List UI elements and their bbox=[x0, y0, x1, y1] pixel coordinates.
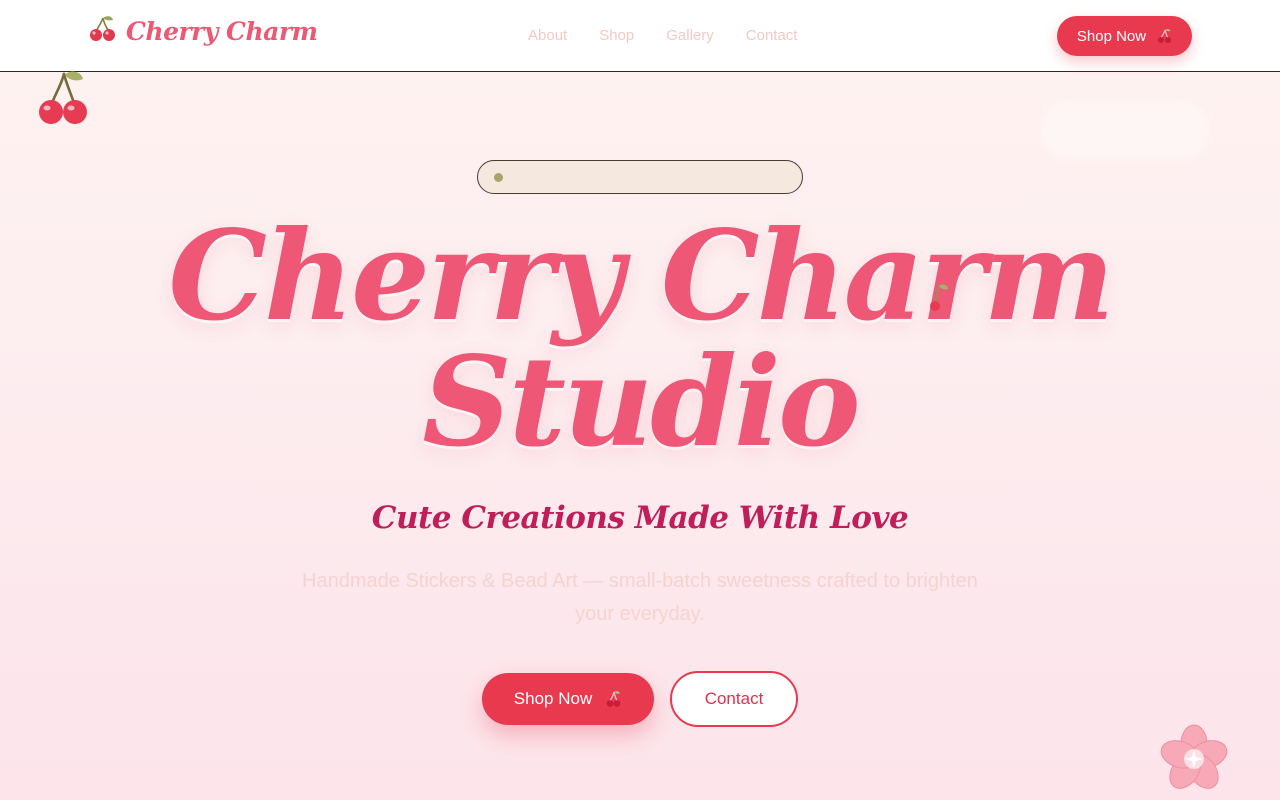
header-shop-now-label: Shop Now bbox=[1076, 27, 1147, 45]
sakura-flower-icon bbox=[1158, 722, 1230, 798]
hero-description: Handmade Stickers & Bead Art — small-bat… bbox=[302, 570, 978, 625]
hero-contact-button[interactable]: Contact bbox=[670, 671, 798, 727]
cherry-icon bbox=[88, 14, 118, 48]
hero-badge bbox=[477, 160, 803, 194]
hero-subtitle: Cute Creations Made With Love bbox=[371, 500, 909, 536]
hero-title: Cherry Charm Studio bbox=[140, 214, 1140, 466]
cherry-icon bbox=[1156, 28, 1172, 44]
nav-link-shop[interactable]: Shop bbox=[599, 27, 634, 44]
nav-link-about[interactable]: About bbox=[528, 27, 567, 44]
cherry-icon bbox=[604, 690, 622, 708]
hero-title-line-1: Cherry Charm bbox=[168, 204, 1114, 349]
hero-contact-label: Contact bbox=[704, 689, 764, 708]
header-shop-now-button[interactable]: Shop Now bbox=[1057, 16, 1192, 56]
nav-link-gallery[interactable]: Gallery bbox=[666, 27, 714, 44]
main-nav: About Shop Gallery Contact bbox=[528, 27, 797, 44]
badge-dot bbox=[494, 172, 503, 182]
hero-shop-now-button[interactable]: Shop Now bbox=[482, 673, 654, 725]
logo-text: Cherry Charm bbox=[126, 16, 318, 46]
nav-link-contact[interactable]: Contact bbox=[746, 27, 798, 44]
site-header: Cherry Charm About Shop Gallery Contact … bbox=[0, 0, 1280, 72]
cherry-icon bbox=[928, 283, 950, 317]
cherry-icon bbox=[34, 70, 92, 132]
hero-shop-now-label: Shop Now bbox=[513, 689, 593, 708]
soft-glow-decoration bbox=[1040, 100, 1210, 160]
hero-title-line-2: Studio bbox=[422, 330, 861, 475]
logo[interactable]: Cherry Charm bbox=[88, 14, 318, 48]
